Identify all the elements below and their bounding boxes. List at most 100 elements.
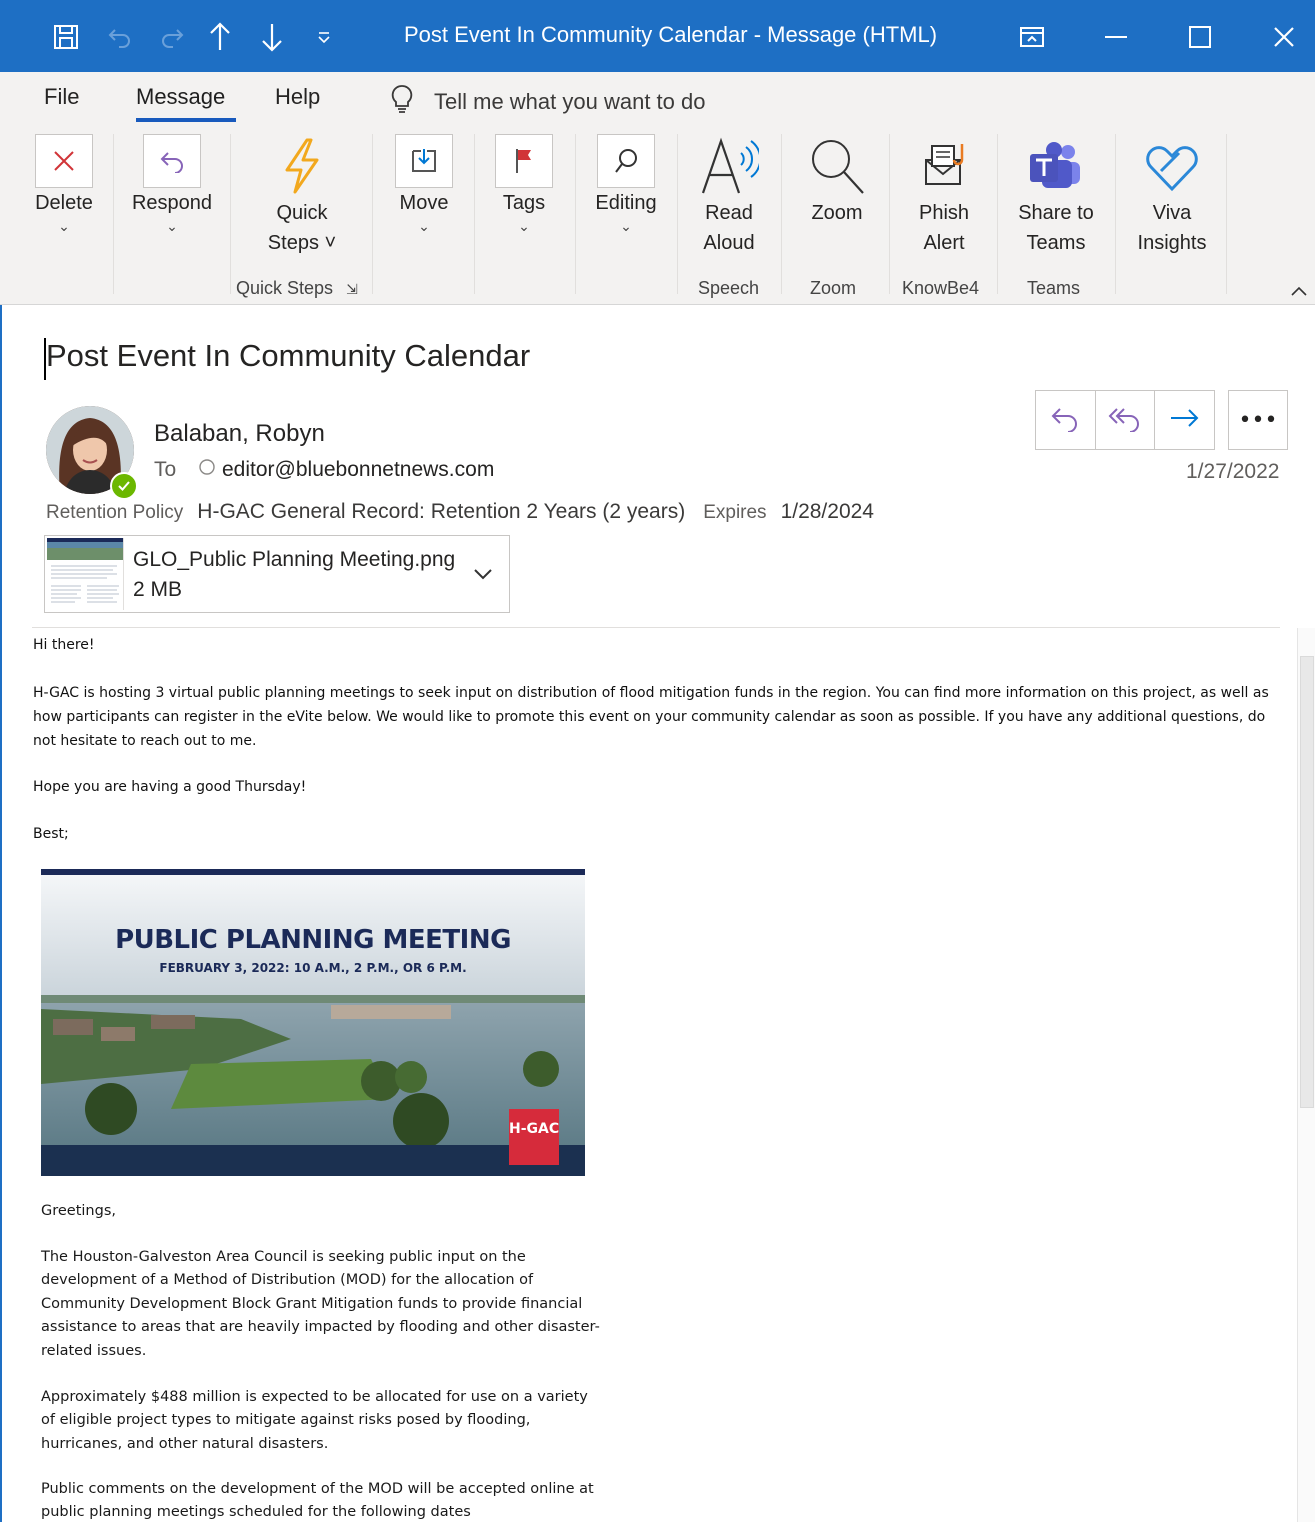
group-knowbe4: KnowBe4 [902,278,980,298]
share-to-teams-label-line2: Teams [1026,232,1086,254]
tab-file[interactable]: File [44,84,79,110]
tags-label: Tags [502,192,546,214]
ribbon-separator [372,134,373,294]
customize-toolbar-icon[interactable] [308,20,340,54]
maximize-icon[interactable] [1180,18,1220,56]
to-label: To [154,458,177,481]
presence-unknown-icon [198,458,216,482]
body-paragraph: Hope you are having a good Thursday! [33,779,307,795]
chevron-down-icon: ⌄ [620,218,632,234]
lightbulb-icon [390,84,414,120]
close-icon[interactable] [1264,18,1304,56]
newsletter-paragraph: The Houston-Galveston Area Council is se… [41,1249,600,1359]
collapse-ribbon-icon[interactable] [1290,282,1308,301]
recipient-address: editor@bluebonnetnews.com [222,458,495,481]
redo-icon[interactable] [156,20,188,54]
group-zoom: Zoom [810,278,857,298]
read-aloud-label-line2: Aloud [703,232,755,254]
title-bar: Post Event In Community Calendar - Messa… [0,0,1315,72]
quick-steps-button[interactable]: Quick Steps ˅ [256,134,348,258]
move-icon [395,134,453,188]
window-title: Post Event In Community Calendar - Messa… [404,22,938,47]
forward-icon [1169,406,1201,434]
respond-label: Respond [131,192,213,214]
expires-value: 1/28/2024 [780,500,874,523]
read-aloud-icon [697,134,761,198]
reply-all-button[interactable] [1096,391,1156,449]
minimize-icon[interactable] [1096,18,1136,56]
ribbon-separator [677,134,678,294]
retention-policy: Retention Policy H-GAC General Record: R… [46,500,892,524]
reply-button[interactable] [1036,391,1096,449]
chevron-down-icon: ⌄ [58,218,70,234]
ribbon-separator [113,134,114,294]
next-item-icon[interactable] [256,20,288,54]
lightning-icon [270,134,334,198]
respond-button[interactable]: Respond ⌄ [124,134,220,234]
body-signoff: Best; [33,826,69,842]
group-teams: Teams [1027,278,1081,298]
forward-button[interactable] [1155,391,1214,449]
active-tab-indicator [136,118,236,122]
attachment-name: GLO_Public Planning Meeting.png [133,548,456,571]
editing-button[interactable]: Editing ⌄ [584,134,668,234]
newsletter-paragraph: Public comments on the development of th… [41,1481,594,1521]
flag-icon [495,134,553,188]
share-to-teams-label-line1: Share to [1018,202,1094,224]
event-banner-image: PUBLIC PLANNING MEETING FEBRUARY 3, 2022… [41,869,585,1176]
tell-me-label: Tell me what you want to do [434,89,706,114]
tell-me-search[interactable]: Tell me what you want to do [390,84,705,120]
read-aloud-button[interactable]: Read Aloud [688,134,770,258]
ribbon-display-options-icon[interactable] [1012,18,1052,56]
phish-alert-icon [912,134,976,198]
tab-message[interactable]: Message [136,84,225,110]
ribbon-separator [230,134,231,294]
undo-icon[interactable] [104,20,136,54]
search-icon [597,134,655,188]
delete-icon [35,134,93,188]
teams-icon [1024,134,1088,198]
header-divider [32,627,1280,628]
recipient[interactable]: editor@bluebonnetnews.com [198,458,494,482]
save-icon[interactable] [50,20,82,54]
message-date: 1/27/2022 [1186,460,1280,483]
attachment[interactable]: GLO_Public Planning Meeting.png 2 MB [44,535,510,613]
banner-subtitle: FEBRUARY 3, 2022: 10 A.M., 2 P.M., OR 6 … [159,961,467,975]
newsletter-paragraph: Approximately $488 million is expected t… [41,1389,588,1452]
viva-insights-button[interactable]: Viva Insights [1126,134,1218,258]
read-aloud-label-line1: Read [705,202,753,224]
ribbon-separator [781,134,782,294]
presence-available-icon [110,472,138,500]
viva-insights-label-line1: Viva [1152,202,1192,224]
zoom-label: Zoom [811,202,863,224]
zoom-button[interactable]: Zoom [796,134,878,228]
phish-alert-button[interactable]: Phish Alert [904,134,984,258]
chevron-down-icon: ⌄ [166,218,178,234]
delete-button[interactable]: Delete ⌄ [24,134,104,234]
share-to-teams-button[interactable]: Share to Teams [1006,134,1106,258]
message-actions [1035,390,1215,450]
more-icon: ••• [1238,407,1278,433]
attachment-menu-chevron-icon[interactable] [472,566,494,585]
reply-icon [1049,404,1081,436]
tab-help[interactable]: Help [275,84,320,110]
reply-all-icon [1108,404,1142,436]
previous-item-icon[interactable] [204,20,236,54]
move-label: Move [399,192,449,214]
ribbon-separator [575,134,576,294]
more-actions-button[interactable]: ••• [1228,390,1288,450]
body-paragraph: H-GAC is hosting 3 virtual public planni… [33,685,1269,749]
tags-button[interactable]: Tags ⌄ [484,134,564,234]
zoom-icon [805,134,869,198]
move-button[interactable]: Move ⌄ [384,134,464,234]
viva-insights-label-line2: Insights [1137,232,1207,254]
group-speech: Speech [698,278,760,298]
newsletter-greeting: Greetings, [41,1203,116,1219]
reply-icon [143,134,201,188]
scrollbar-thumb[interactable] [1300,656,1314,1108]
attachment-thumbnail [47,538,124,610]
editing-label: Editing [595,192,657,214]
dialog-launcher-icon[interactable]: ⇲ [346,281,358,297]
quick-steps-label-line2: Steps ˅ [267,232,337,254]
sender-name[interactable]: Balaban, Robyn [154,420,325,448]
